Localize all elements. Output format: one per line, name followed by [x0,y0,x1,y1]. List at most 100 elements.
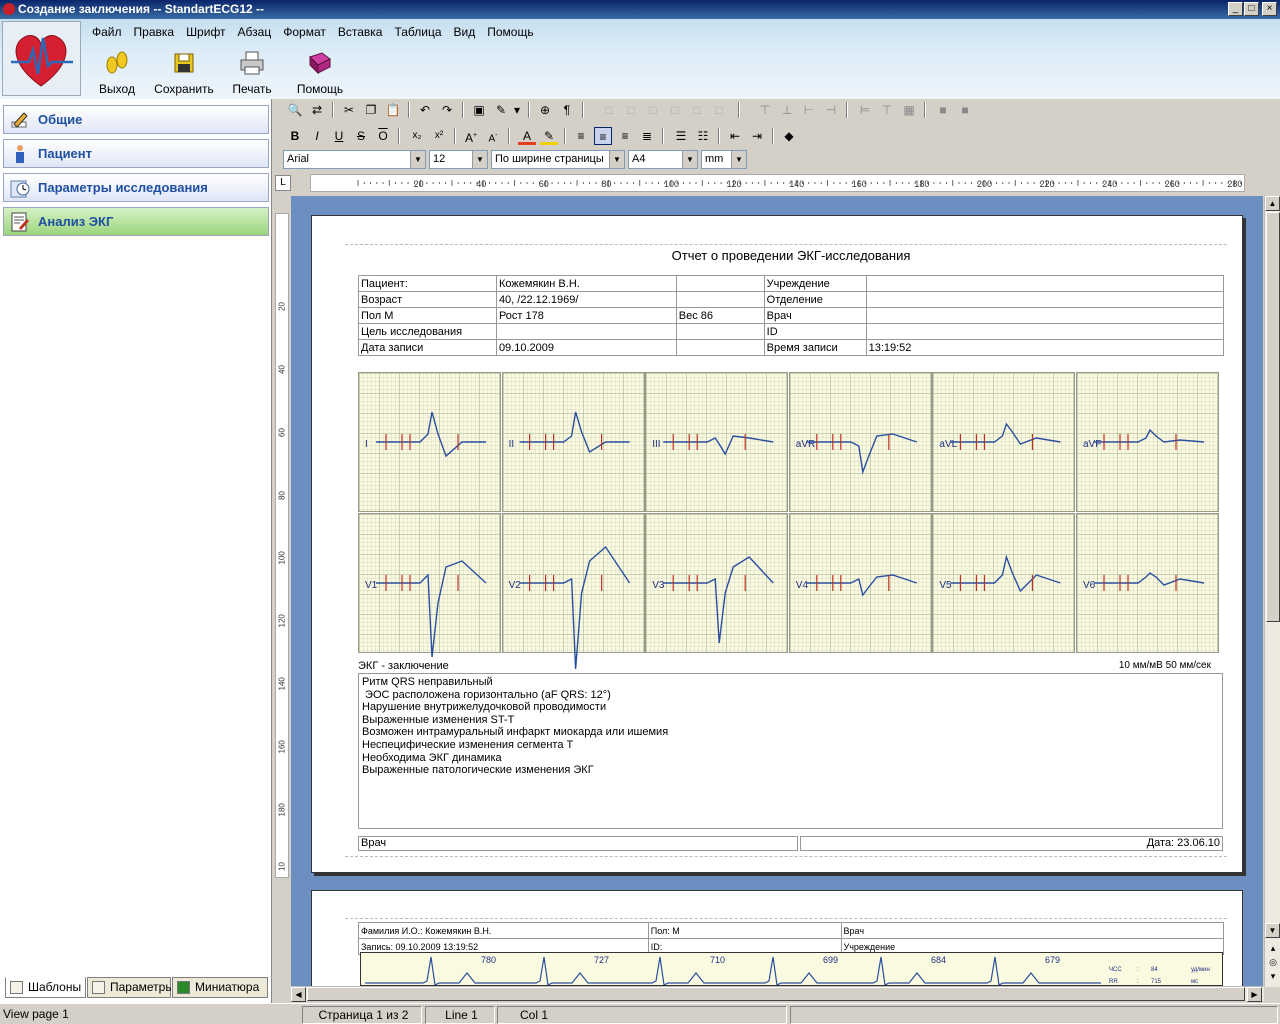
conclusion-text[interactable]: Ритм QRS неправильный ЭОС расположена го… [358,673,1223,829]
nav-general[interactable]: Общие [3,105,269,134]
patient-info-cell[interactable] [675,291,765,308]
table-border-icon[interactable]: □ [644,101,662,119]
replace-icon[interactable]: ⇄ [308,101,326,119]
tab-templates[interactable]: Шаблоны [5,977,86,998]
insert-object-icon[interactable]: ✎ [492,101,510,119]
font-color-icon[interactable]: A [518,127,536,145]
align-right-icon[interactable]: ≡ [616,127,634,145]
menu-format[interactable]: Формат [277,22,332,42]
scroll-left-icon[interactable]: ◀ [291,987,306,1002]
patient-info-cell[interactable]: 40, /22.12.1969/ [495,291,677,308]
table-row-icon[interactable]: ⊤ [756,101,774,119]
bold-icon[interactable]: B [286,127,304,145]
merge-cells-icon[interactable]: ■ [934,101,952,119]
patient-info-cell[interactable]: Цель исследования [358,323,497,340]
patient-info-cell[interactable]: Пациент: [358,275,497,292]
dropdown-arrow-icon[interactable]: ▾ [512,101,522,119]
report-date[interactable]: Дата: 23.06.10 [800,836,1223,851]
patient-info-cell[interactable] [865,323,1225,340]
patient-info-cell[interactable] [865,291,1225,308]
zoom-select[interactable]: По ширине страницы ▼ [491,150,625,169]
exit-button[interactable]: Выход [83,46,151,96]
units-select[interactable]: mm ▼ [701,150,747,169]
numbered-list-icon[interactable]: ☷ [694,127,712,145]
table-col-icon[interactable]: ⊢ [800,101,818,119]
patient-info-cell[interactable] [865,275,1225,292]
menu-file[interactable]: Файл [86,22,128,42]
patient-info-cell[interactable] [495,323,677,340]
menu-font[interactable]: Шрифт [180,22,231,42]
patient-info-cell[interactable]: ID [763,323,867,340]
subscript-icon[interactable]: x₂ [408,127,426,145]
menu-insert[interactable]: Вставка [332,22,389,42]
tab-parameters[interactable]: Параметры [87,977,174,998]
superscript-icon[interactable]: x² [430,127,448,145]
align-center-icon[interactable]: ≡ [594,127,612,145]
patient-info-cell[interactable]: 13:19:52 [865,339,1225,356]
menu-paragraph[interactable]: Абзац [232,22,278,42]
table-border-icon[interactable]: □ [622,101,640,119]
print-button[interactable]: Печать [218,46,286,96]
patient-info-cell[interactable]: Дата записи [358,339,497,356]
tab-thumbnail[interactable]: Миниатюра [172,977,268,998]
undo-icon[interactable]: ↶ [416,101,434,119]
patient-info-cell[interactable]: Учреждение [763,275,867,292]
grow-font-icon[interactable]: A+ [462,127,480,145]
cut-icon[interactable]: ✂ [340,101,358,119]
menu-help[interactable]: Помощь [481,22,539,42]
align-justify-icon[interactable]: ≣ [638,127,656,145]
vertical-scroll-thumb[interactable] [1266,212,1280,622]
table-border-icon[interactable]: □ [666,101,684,119]
fill-color-icon[interactable]: ◆ [780,127,798,145]
insert-image-icon[interactable]: ▣ [470,101,488,119]
paragraph-marks-icon[interactable]: ¶ [558,101,576,119]
doctor-field[interactable]: Врач [358,836,798,851]
patient-info-cell[interactable] [675,275,765,292]
patient-info-cell[interactable] [675,323,765,340]
save-button[interactable]: Сохранить [150,46,218,96]
overline-icon[interactable]: O [374,127,392,145]
scroll-up-icon[interactable]: ▲ [1265,196,1280,211]
redo-icon[interactable]: ↷ [438,101,456,119]
patient-info-cell[interactable]: Кожемякин В.Н. [495,275,677,292]
scroll-down-icon[interactable]: ▼ [1265,923,1280,938]
patient-info-cell[interactable]: Врач [763,307,867,324]
help-button[interactable]: Помощь [286,46,354,96]
copy-icon[interactable]: ❐ [362,101,380,119]
font-size-select[interactable]: 12 ▼ [429,150,488,169]
align-left-icon[interactable]: ≡ [572,127,590,145]
paste-icon[interactable]: 📋 [384,101,402,119]
menu-view[interactable]: Вид [448,22,482,42]
strikethrough-icon[interactable]: S [352,127,370,145]
menu-table[interactable]: Таблица [388,22,447,42]
patient-info-cell[interactable] [675,339,765,356]
table-delete-icon[interactable]: ⊤ [878,101,896,119]
decrease-indent-icon[interactable]: ⇤ [726,127,744,145]
table-border-icon[interactable]: □ [710,101,728,119]
bullet-list-icon[interactable]: ☰ [672,127,690,145]
table-border-icon[interactable]: □ [600,101,618,119]
tab-stop-selector[interactable]: L [275,175,291,191]
vertical-scrollbar[interactable]: ▲ ▼ ▴ ◎ ▾ [1264,196,1280,987]
nav-ecg-analysis[interactable]: Анализ ЭКГ [3,207,269,236]
patient-info-cell[interactable]: Рост 178 [495,307,677,324]
minimize-button[interactable]: _ [1228,2,1243,16]
patient-info-cell[interactable]: Отделение [763,291,867,308]
shrink-font-icon[interactable]: A- [484,127,502,145]
table-border-icon[interactable]: □ [688,101,706,119]
patient-info-cell[interactable] [865,307,1225,324]
patient-info-cell[interactable]: Возраст [358,291,497,308]
horizontal-scroll-thumb[interactable] [307,987,1245,1001]
table-grid-icon[interactable]: ▦ [900,101,918,119]
highlight-icon[interactable]: ✎ [540,127,558,145]
table-insert-icon[interactable]: ⊨ [856,101,874,119]
italic-icon[interactable]: I [308,127,326,145]
patient-info-cell[interactable]: Вес 86 [675,307,765,324]
font-name-select[interactable]: Arial ▼ [283,150,426,169]
menu-edit[interactable]: Правка [128,22,181,42]
scroll-right-icon[interactable]: ▶ [1247,987,1262,1002]
patient-info-cell[interactable]: Пол М [358,307,497,324]
nav-study-params[interactable]: Параметры исследования [3,173,269,202]
horizontal-scrollbar[interactable]: ◀ ▶ [291,986,1264,1002]
paper-select[interactable]: A4 ▼ [628,150,698,169]
